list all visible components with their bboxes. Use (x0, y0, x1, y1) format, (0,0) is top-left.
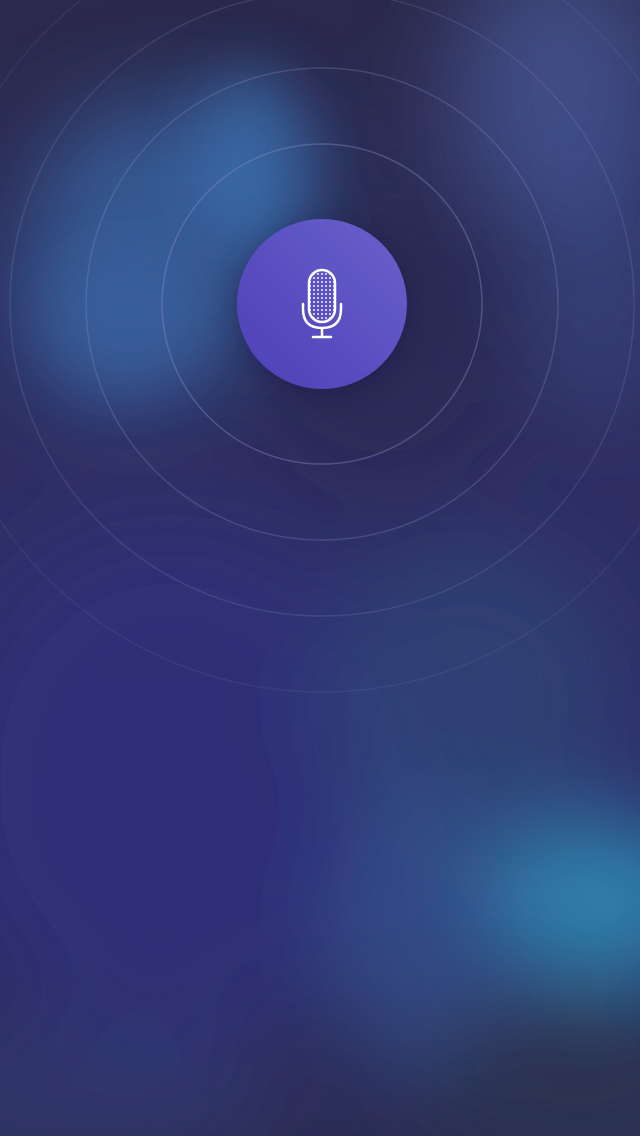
sound-wave-rings (0, 0, 640, 693)
microphone-icon (301, 268, 343, 339)
voice-input-screen (0, 0, 640, 1136)
microphone-button[interactable] (237, 219, 407, 389)
